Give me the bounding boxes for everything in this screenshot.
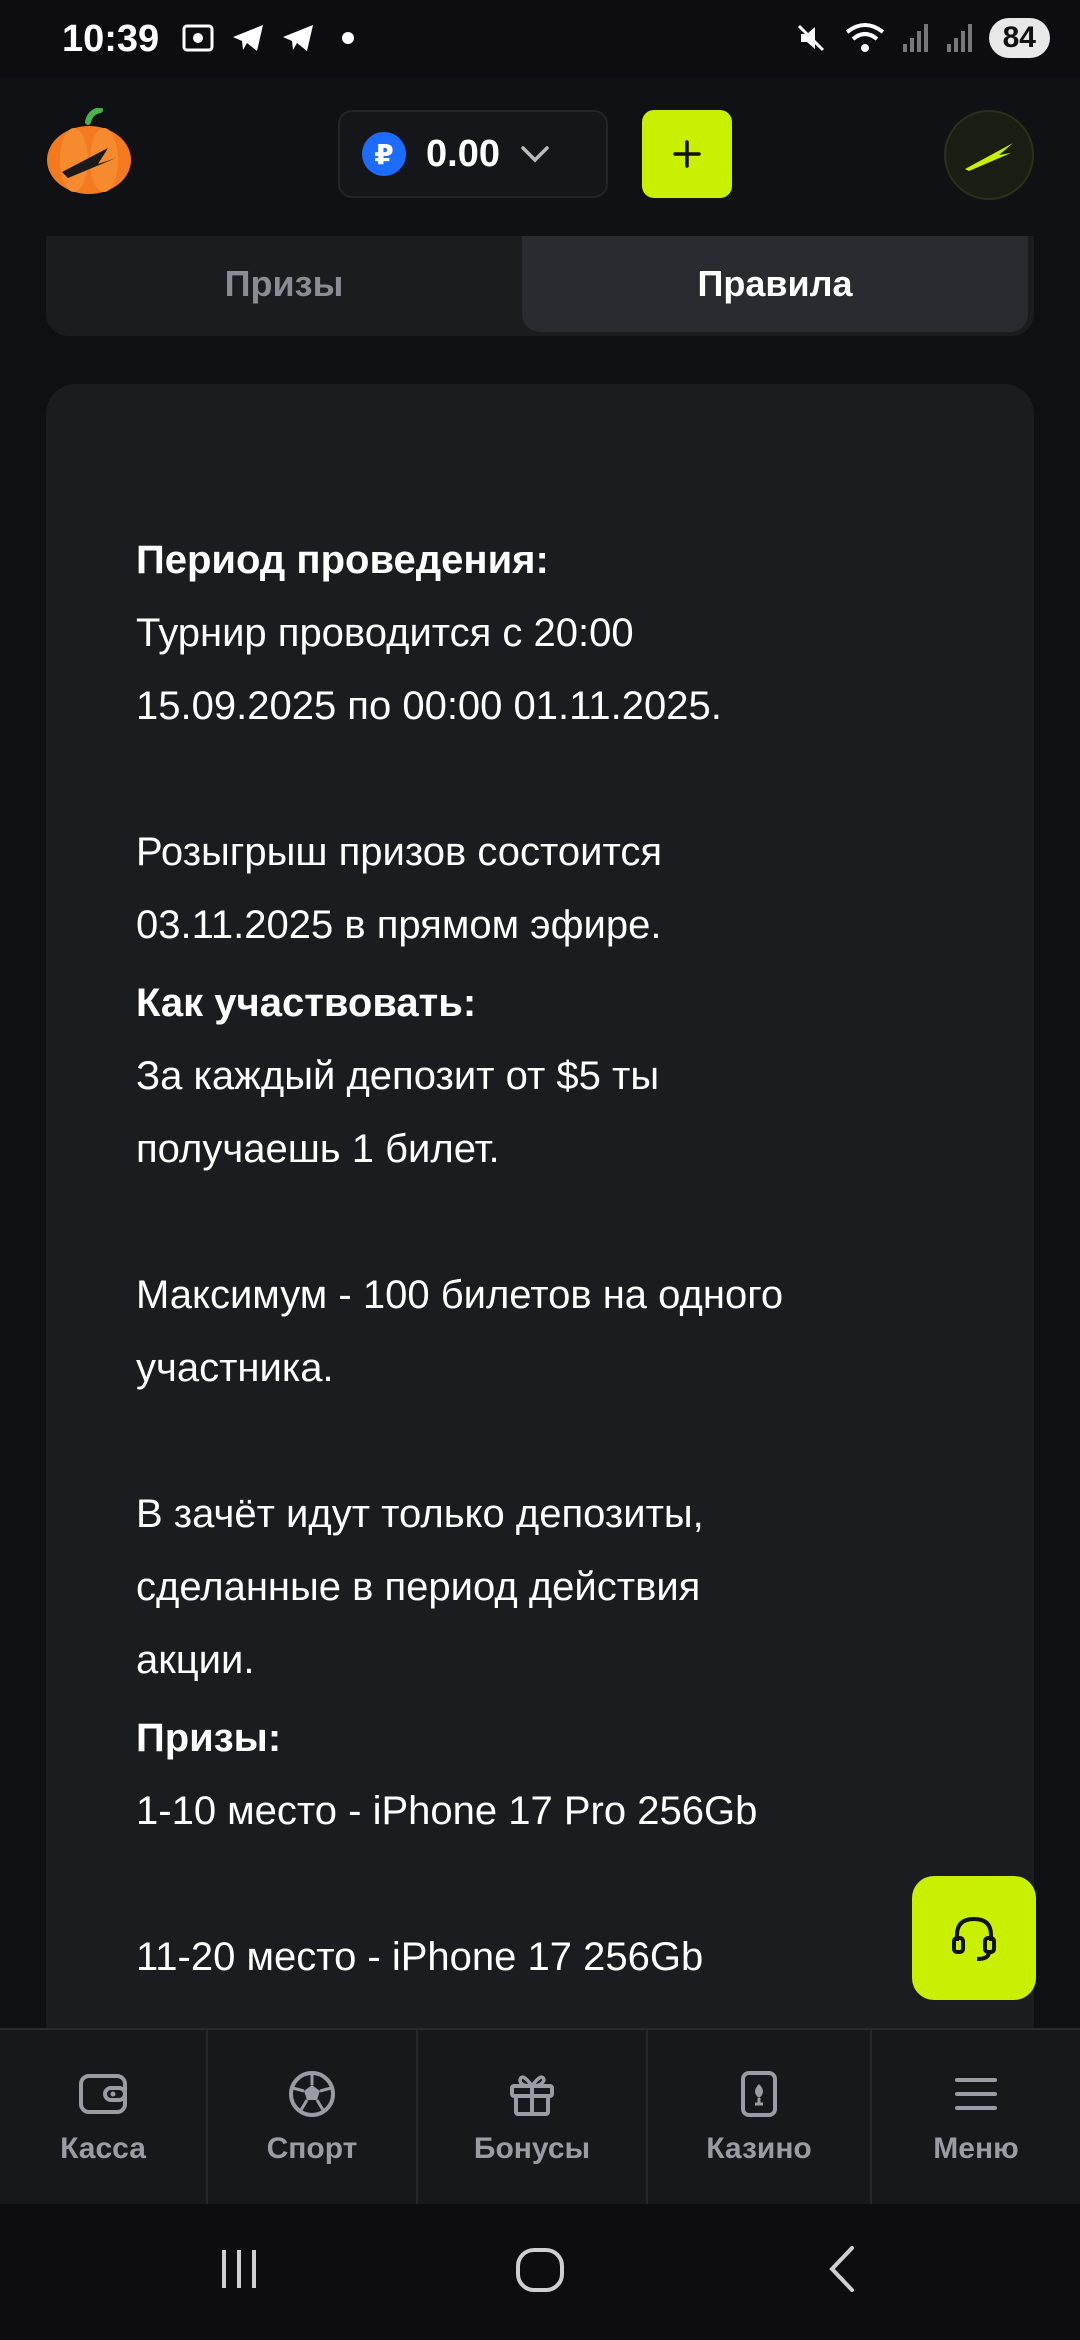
- nav-item-casino[interactable]: Казино: [648, 2030, 872, 2204]
- nav-item-menu[interactable]: Меню: [872, 2030, 1080, 2204]
- prize-item: 11-20 место - iPhone 17 256Gb: [136, 1935, 704, 1979]
- rules-text: получаешь 1 билет.: [136, 1127, 500, 1171]
- nav-label: Меню: [933, 2132, 1019, 2165]
- notification-icons: [180, 20, 354, 56]
- status-bar: 10:39 84: [0, 0, 1080, 78]
- status-time: 10:39: [62, 18, 160, 60]
- menu-icon: [955, 2078, 997, 2110]
- tab-rules[interactable]: Правила: [522, 236, 1028, 332]
- headset-icon: [952, 1916, 996, 1961]
- nav-label: Спорт: [266, 2132, 358, 2165]
- telegram-icon: [283, 25, 313, 51]
- nav-item-sport[interactable]: Спорт: [208, 2030, 418, 2204]
- back-icon[interactable]: [818, 2244, 868, 2294]
- app-header: ₽ 0.00: [0, 78, 1080, 236]
- wifi-icon: [845, 23, 884, 52]
- plus-icon: [673, 140, 701, 168]
- nav-item-cashier[interactable]: Касса: [0, 2030, 208, 2204]
- system-status-icons: 84: [793, 18, 1050, 58]
- signal-icon: [946, 24, 972, 52]
- nav-item-bonuses[interactable]: Бонусы: [418, 2030, 648, 2204]
- soccer-ball-icon: [289, 2071, 335, 2117]
- prizes-heading: Призы:: [136, 1716, 282, 1760]
- prize-item: 1-10 место - iPhone 17 Pro 256Gb: [136, 1789, 758, 1833]
- how-heading: Как участвовать:: [136, 981, 477, 1025]
- rules-text: 15.09.2025 по 00:00 01.11.2025.: [136, 684, 722, 728]
- more-notifications-dot: [342, 32, 354, 44]
- recent-apps-icon[interactable]: [214, 2244, 264, 2294]
- signal-icon: [902, 24, 928, 52]
- rules-text: сделанные в период действия: [136, 1565, 701, 1609]
- tabs-bar: Призы Правила: [46, 236, 1034, 336]
- balance-selector[interactable]: ₽ 0.00: [338, 110, 608, 198]
- home-icon[interactable]: [514, 2244, 566, 2296]
- rules-text: акции.: [136, 1638, 255, 1682]
- nav-label: Казино: [706, 2132, 812, 2165]
- tab-prizes[interactable]: Призы: [46, 236, 522, 332]
- nav-label: Бонусы: [473, 2132, 591, 2165]
- rules-text: Максимум - 100 билетов на одного: [136, 1273, 784, 1317]
- balance-amount: 0.00: [426, 132, 500, 175]
- mute-icon: [797, 24, 824, 52]
- telegram-icon: [233, 25, 263, 51]
- rules-text: Розыгрыш призов состоится: [136, 830, 663, 874]
- gift-icon: [510, 2075, 554, 2116]
- rules-text: Турнир проводится с 20:00: [136, 611, 634, 655]
- period-heading: Период проведения:: [136, 538, 549, 582]
- rules-text: За каждый депозит от $5 ты: [136, 1054, 660, 1098]
- rules-text: В зачёт идут только депозиты,: [136, 1492, 704, 1536]
- profile-avatar[interactable]: [944, 110, 1034, 200]
- pumpkin-logo-icon[interactable]: [44, 107, 134, 198]
- nav-label: Касса: [60, 2132, 146, 2165]
- support-button[interactable]: [912, 1876, 1036, 2000]
- screenshot-icon: [182, 24, 214, 52]
- bottom-navigation: Касса Спорт Бонусы Казино Меню: [0, 2028, 1080, 2204]
- wallet-icon: [79, 2074, 127, 2114]
- casino-card-icon: [741, 2071, 777, 2117]
- battery-indicator: 84: [988, 18, 1050, 58]
- deposit-add-button[interactable]: [642, 110, 732, 198]
- rules-text: участника.: [136, 1346, 334, 1390]
- system-navigation-bar: [0, 2204, 1080, 2340]
- arrow-logo-icon: [965, 143, 1013, 171]
- ruble-icon: ₽: [362, 132, 406, 176]
- rules-card: Период проведения: Турнир проводится с 2…: [46, 384, 1034, 2084]
- rules-text: 03.11.2025 в прямом эфире.: [136, 903, 662, 947]
- chevron-down-icon: [521, 146, 549, 163]
